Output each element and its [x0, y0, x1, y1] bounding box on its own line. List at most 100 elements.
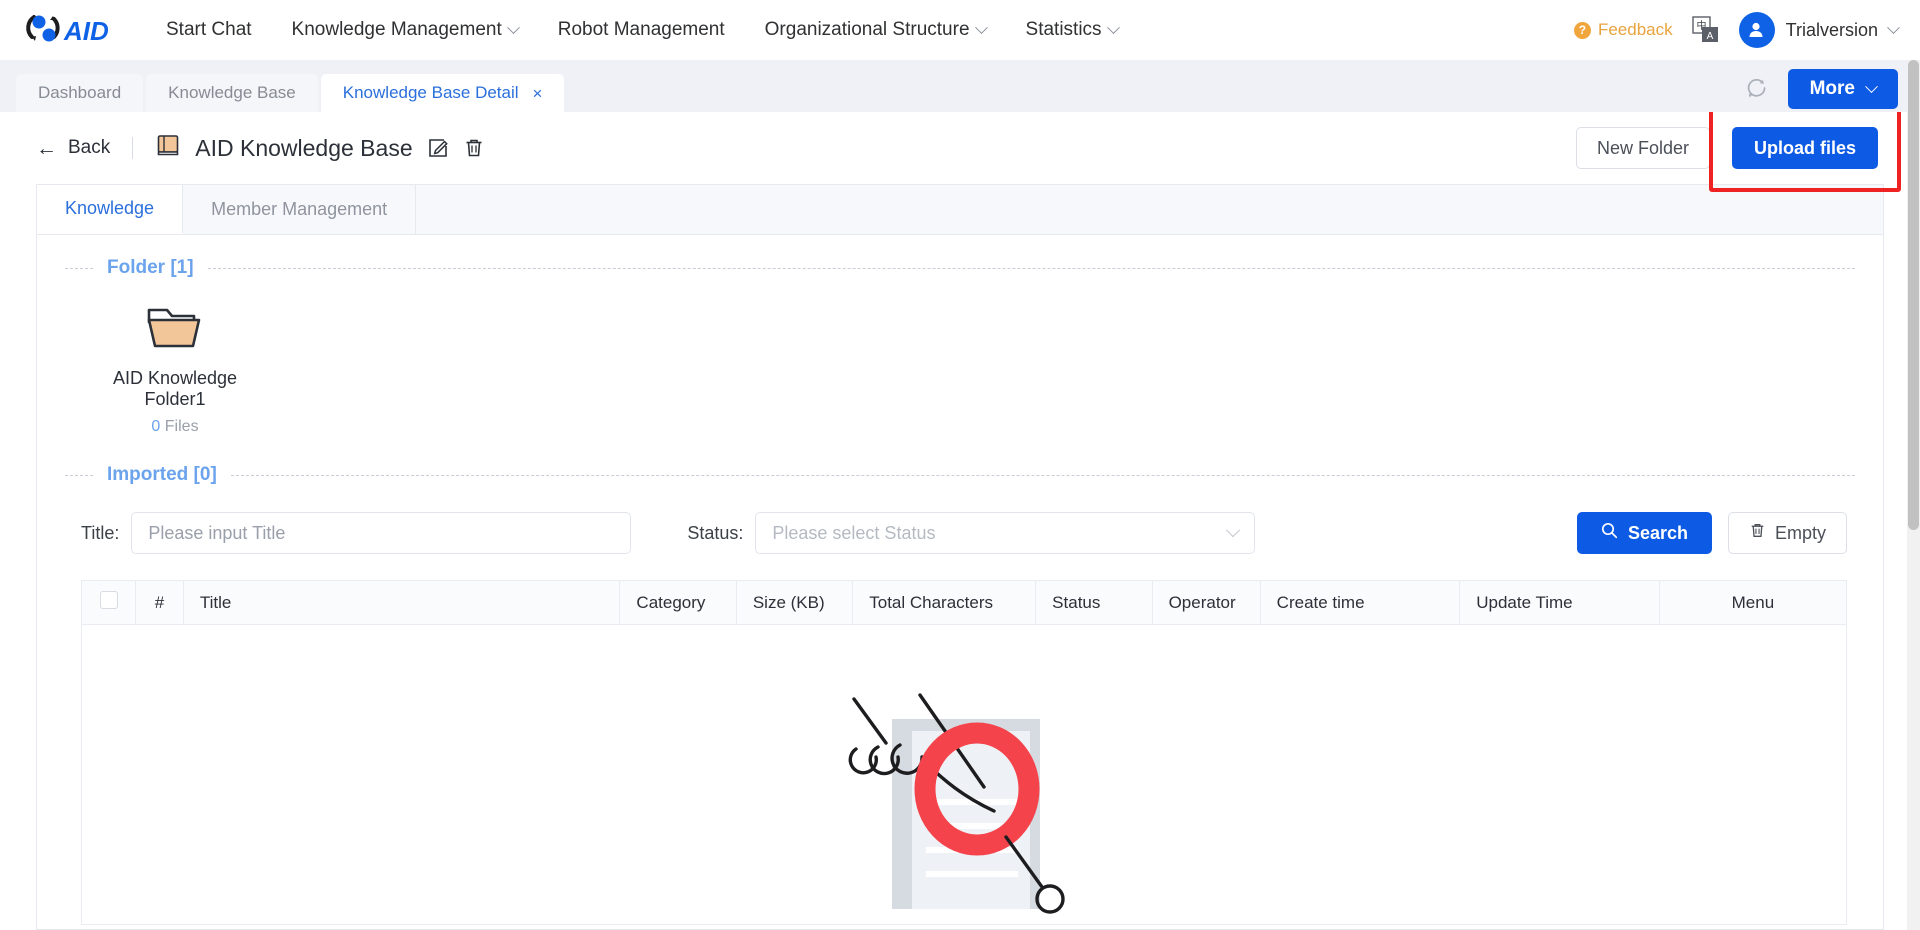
inner-tab-list: Knowledge Member Management — [37, 185, 1883, 235]
user-menu[interactable]: Trialversion — [1738, 12, 1900, 48]
search-label: Search — [1627, 522, 1688, 543]
back-button[interactable]: ← Back — [36, 137, 110, 159]
trash-icon — [1749, 522, 1766, 544]
select-all-checkbox[interactable] — [99, 591, 118, 609]
chevron-down-icon — [974, 20, 988, 34]
divider-right — [230, 474, 1855, 476]
search-icon — [1601, 522, 1618, 544]
new-folder-button[interactable]: New Folder — [1575, 127, 1710, 169]
empty-state-illustration — [834, 671, 1094, 926]
imported-table: # Title Category Size (KB) Total Charact… — [80, 580, 1848, 926]
svg-text:A: A — [1706, 31, 1713, 42]
chevron-down-icon — [1226, 523, 1241, 538]
folder-icon — [144, 308, 206, 357]
aid-logo[interactable]: AID — [24, 11, 120, 49]
more-button[interactable]: More — [1787, 69, 1898, 109]
trash-icon[interactable] — [463, 137, 485, 159]
svg-text:AID: AID — [63, 16, 109, 46]
refresh-glyph — [1747, 78, 1766, 98]
header-create-time: Create time — [1259, 580, 1461, 625]
table-empty-row — [81, 624, 1847, 926]
tab-label: Knowledge Base — [168, 83, 296, 102]
folder-glyph — [147, 308, 201, 348]
nav-item-knowledge-management[interactable]: Knowledge Management — [272, 0, 538, 60]
nav-label: Organizational Structure — [764, 19, 970, 40]
folder-section-title: Folder [1] — [107, 257, 194, 278]
user-icon — [1749, 22, 1763, 37]
header-total-characters: Total Characters — [852, 580, 1037, 625]
nav-label: Knowledge Management — [291, 19, 502, 40]
nav-item-statistics[interactable]: Statistics — [1006, 0, 1138, 60]
translate-icon[interactable]: 中 A — [1691, 16, 1721, 44]
knowledge-card: Knowledge Member Management Folder [1] A… — [36, 184, 1884, 930]
chevron-down-icon — [1865, 79, 1878, 93]
divider — [132, 137, 134, 159]
trash-glyph — [466, 139, 482, 157]
header-update-time: Update Time — [1459, 580, 1660, 625]
tab-strip-actions: More — [1744, 69, 1898, 112]
inner-tab-label: Member Management — [211, 199, 388, 219]
tab-member-management[interactable]: Member Management — [183, 185, 417, 234]
tab-label: Dashboard — [38, 83, 122, 102]
page-scrollbar-track[interactable] — [1907, 0, 1920, 930]
table-header: # Title Category Size (KB) Total Charact… — [80, 580, 1848, 625]
aid-logo-icon: AID — [26, 15, 109, 46]
nav-item-start-chat[interactable]: Start Chat — [146, 0, 272, 60]
close-icon[interactable]: × — [533, 85, 543, 102]
edit-glyph — [428, 139, 448, 157]
new-folder-label: New Folder — [1596, 137, 1689, 158]
nav-label: Start Chat — [166, 19, 252, 40]
refresh-icon[interactable] — [1744, 77, 1768, 101]
title-placeholder: Please input Title — [148, 522, 286, 543]
trash-glyph — [1751, 524, 1764, 537]
table-body — [81, 624, 1847, 926]
user-name: Trialversion — [1785, 19, 1878, 40]
header-index: # — [135, 580, 184, 625]
tab-strip: Dashboard Knowledge Base Knowledge Base … — [0, 60, 1920, 112]
folder-file-count-unit: Files — [164, 418, 199, 435]
tab-knowledge-base-detail[interactable]: Knowledge Base Detail × — [320, 74, 565, 112]
imported-section-title: Imported [0] — [107, 464, 217, 485]
detail-header: ← Back AID Knowledge Base New Folder Upl… — [0, 112, 1920, 192]
page-content: ← Back AID Knowledge Base New Folder Upl… — [0, 112, 1920, 930]
empty-button[interactable]: Empty — [1727, 512, 1847, 554]
folder-section-header: Folder [1] — [37, 235, 1883, 279]
tab-label: Knowledge Base Detail — [342, 83, 519, 102]
inner-tab-label: Knowledge — [65, 198, 155, 218]
table-header-row: # Title Category Size (KB) Total Charact… — [80, 580, 1848, 625]
book-glyph — [157, 134, 179, 155]
header-select-all — [80, 580, 137, 625]
header-status: Status — [1035, 580, 1153, 625]
navbar-right: ? Feedback 中 A Trialversion — [1573, 12, 1900, 48]
nav-item-robot-management[interactable]: Robot Management — [538, 0, 745, 60]
tab-list: Dashboard Knowledge Base Knowledge Base … — [16, 74, 565, 112]
search-title-input[interactable]: Please input Title — [131, 512, 632, 554]
tab-knowledge[interactable]: Knowledge — [37, 185, 184, 234]
arrow-left-icon: ← — [36, 136, 57, 160]
tab-dashboard[interactable]: Dashboard — [16, 74, 144, 112]
folder-name: AID Knowledge Folder1 — [112, 368, 238, 409]
chevron-down-icon — [1106, 20, 1120, 34]
chevron-down-icon — [506, 20, 520, 34]
edit-icon[interactable] — [427, 137, 449, 159]
more-label: More — [1809, 78, 1855, 99]
divider-left — [65, 267, 93, 269]
search-button[interactable]: Search — [1576, 512, 1712, 554]
empty-label: Empty — [1774, 522, 1826, 543]
status-select[interactable]: Please select Status — [755, 512, 1256, 554]
nav-item-organizational-structure[interactable]: Organizational Structure — [745, 0, 1006, 60]
folder-card[interactable]: AID Knowledge Folder1 0 Files — [81, 301, 269, 436]
chevron-down-icon — [1887, 20, 1900, 34]
nav-label: Statistics — [1025, 19, 1102, 40]
header-operator: Operator — [1151, 580, 1261, 625]
tab-knowledge-base[interactable]: Knowledge Base — [146, 74, 318, 112]
folder-file-count: 0 Files — [81, 418, 269, 436]
page-scrollbar-thumb[interactable] — [1908, 60, 1919, 530]
feedback-button[interactable]: ? Feedback — [1573, 20, 1673, 40]
header-menu: Menu — [1658, 580, 1848, 625]
divider-left — [65, 474, 93, 476]
status-filter-label: Status: — [687, 522, 744, 543]
search-glyph — [1601, 522, 1618, 539]
imported-table-wrap: # Title Category Size (KB) Total Charact… — [37, 554, 1883, 925]
upload-files-button[interactable]: Upload files — [1731, 127, 1878, 169]
